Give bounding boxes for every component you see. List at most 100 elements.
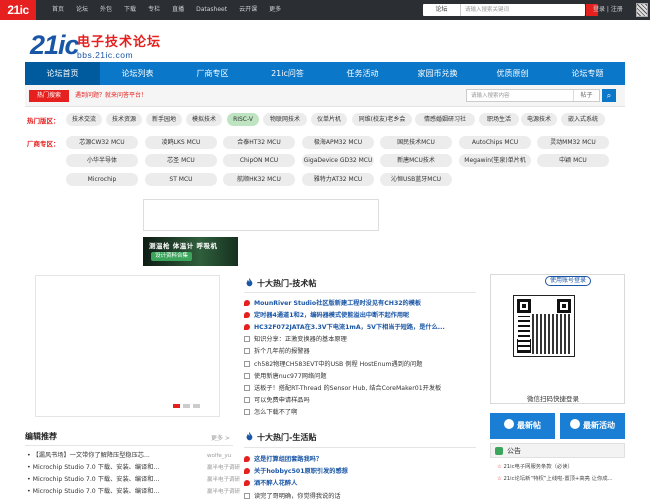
qa-promo-link[interactable]: 遇到问题？就来问答平台！ — [75, 90, 147, 102]
post-link[interactable]: ch582物理CH583EVT中的USB 例程 HostEnum遇到的问题 — [244, 360, 474, 370]
post-link[interactable]: 定时器4通道1和2，编码器模式使能溢出中断不起作用呢 — [244, 311, 474, 321]
latest-posts-label: 最新帖 — [517, 421, 541, 430]
nav-tasks[interactable]: 任务活动 — [325, 62, 400, 85]
editor-pick-row[interactable]: • 【漏风书场】一文带你了解降压型稳压芯... wolfe_yu — [27, 451, 257, 461]
slide-dot[interactable] — [193, 404, 200, 408]
notice-item[interactable]: ☆ 21ic论坛新“特权”上线啦-置顶+高亮 让你成... — [497, 475, 627, 484]
post-link[interactable]: 拆个几年前的报警器 — [244, 347, 474, 357]
tag-tech-exchange[interactable]: 技术交流 — [66, 113, 102, 126]
tag-riscv[interactable]: RISC-V — [227, 113, 259, 126]
post-link[interactable]: 酒不醉人花醉人 — [244, 479, 474, 489]
nav-coin-exchange[interactable]: 家园币兑换 — [400, 62, 475, 85]
editor-picks-title: 编辑推荐 — [25, 432, 57, 441]
vendor-tag[interactable]: Megawin(笙泉)单片机 — [459, 154, 531, 167]
post-title: 关于hobbyc501原职引发的感想 — [254, 468, 348, 476]
tag-newbie[interactable]: 新手园地 — [146, 113, 182, 126]
top-nav-home[interactable]: 首页 — [52, 0, 64, 20]
vendor-tag[interactable]: 沁恒USB蓝牙MCU — [380, 173, 452, 186]
post-link[interactable]: HC32F072JATA在3.3V下电流1mA，5V下相当于短路，是什么... — [244, 323, 474, 333]
post-link[interactable]: 关于hobbyc501原职引发的感想 — [244, 467, 474, 477]
editor-pick-author[interactable]: wolfe_yu — [207, 451, 231, 461]
vendor-tag[interactable]: 新唐MCU技术 — [380, 154, 452, 167]
tag-life-marriage[interactable]: 情感婚姻研习社 — [415, 113, 475, 126]
slide-dot[interactable] — [183, 404, 190, 408]
editor-pick-row[interactable]: • Microchip Studio 7.0 下载、安装、编译和... 羸半电子调… — [27, 475, 257, 485]
nav-forum-list[interactable]: 论坛列表 — [100, 62, 175, 85]
top-nav-datasheet[interactable]: Datasheet — [196, 0, 227, 20]
vendor-tag[interactable]: Microchip — [66, 173, 138, 186]
star-icon: ☆ — [497, 464, 502, 470]
post-link[interactable]: 读完了哥明确，你觉得我说的话 — [244, 492, 474, 502]
editor-pick-author[interactable]: 羸半电子调研 — [207, 487, 240, 497]
top-nav-column[interactable]: 专栏 — [148, 0, 160, 20]
vendor-tag[interactable]: 极海APM32 MCU — [302, 136, 374, 149]
vendor-tag[interactable]: 灵动MM32 MCU — [537, 136, 609, 149]
latest-activity-button[interactable]: 最新活动 — [560, 413, 625, 439]
tag-embedded[interactable]: 嵌入式系统 — [561, 113, 605, 126]
vendor-tag[interactable]: 芯圣 MCU — [145, 154, 217, 167]
nav-topics[interactable]: 论坛专题 — [550, 62, 625, 85]
vendor-tag[interactable]: 雅特力AT32 MCU — [302, 173, 374, 186]
notice-header: 公告 — [490, 443, 625, 458]
forum-logo[interactable]: 21ic 电子技术论坛 bbs.21ic.com — [30, 30, 180, 66]
hot-search-label: 热门搜索 — [29, 90, 69, 102]
vendor-tag[interactable]: AutoChips MCU — [459, 136, 531, 149]
nav-qa[interactable]: 21ic问答 — [250, 62, 325, 85]
tag-career[interactable]: 职场生活 — [479, 113, 519, 126]
vendor-tag[interactable]: ChipON MCU — [223, 154, 295, 167]
top-nav-more[interactable]: 更多 — [269, 0, 281, 20]
ad-banner[interactable] — [143, 199, 379, 231]
post-link[interactable]: 这是打算组团套路我吗？ — [244, 455, 474, 465]
post-link[interactable]: 可以免费申请样品吗 — [244, 396, 474, 406]
editor-pick-row[interactable]: • Microchip Studio 7.0 下载、安装、编译和... 羸半电子调… — [27, 487, 257, 497]
editor-pick-author[interactable]: 羸半电子调研 — [207, 463, 240, 473]
vendor-tag[interactable]: GigaDevice GD32 MCU — [302, 154, 374, 167]
tag-alumni[interactable]: 同维(校友)老乡会 — [352, 113, 412, 126]
post-link[interactable]: 使用新唐nuc977网络问题 — [244, 372, 474, 382]
post-link[interactable]: 送板子！搭配RT-Thread 的Sensor Hub, 结合CoreMaker… — [244, 384, 474, 394]
login-register-link[interactable]: 登录 | 注册 — [593, 0, 623, 20]
account-login-link[interactable]: 使用账号登录 — [545, 276, 592, 286]
post-link[interactable]: MounRiver Studio社区版新建工程时没见有CH32的模板 — [244, 299, 474, 309]
post-link[interactable]: 知识分享：正激变换器的基本原理 — [244, 335, 474, 345]
forum-search-input[interactable]: 请输入搜索内容 — [471, 90, 510, 102]
notice-item[interactable]: ☆ 21ic电子网服务条款（必读） — [497, 463, 627, 472]
editor-picks-more-link[interactable]: 更多 > — [211, 433, 230, 442]
top-nav-course[interactable]: 云开课 — [239, 0, 257, 20]
slideshow[interactable] — [35, 275, 220, 417]
top-search-input[interactable]: 请输入搜索关键词 — [461, 4, 585, 16]
vendor-tag[interactable]: ST MCU — [145, 173, 217, 186]
top-search-scope-select[interactable]: 论坛 — [423, 4, 461, 16]
post-title: 读完了哥明确，你觉得我说的话 — [254, 492, 341, 500]
wechat-qr-code — [513, 295, 575, 357]
latest-posts-button[interactable]: 最新帖 — [490, 413, 555, 439]
vendor-tag[interactable]: 芯源CW32 MCU — [66, 136, 138, 149]
nav-forum-home[interactable]: 论坛首页 — [25, 62, 100, 85]
tag-analog[interactable]: 模拟技术 — [186, 113, 222, 126]
editor-pick-author[interactable]: 羸半电子调研 — [207, 475, 240, 485]
slide-dot[interactable] — [173, 404, 180, 408]
top-nav-download[interactable]: 下载 — [124, 0, 136, 20]
vendor-tag[interactable]: 小华半导体 — [66, 154, 138, 167]
top-nav-forum[interactable]: 论坛 — [76, 0, 88, 20]
qr-code-icon[interactable] — [636, 3, 648, 17]
editor-pick-row[interactable]: • Microchip Studio 7.0 下载、安装、编译和... 羸半电子调… — [27, 463, 257, 473]
nav-vendor-zone[interactable]: 厂商专区 — [175, 62, 250, 85]
forum-search-button[interactable]: ⌕ — [602, 89, 616, 102]
nav-original[interactable]: 优质原创 — [475, 62, 550, 85]
tag-power[interactable]: 电源技术 — [521, 113, 557, 126]
tag-iot[interactable]: 物联网技术 — [263, 113, 307, 126]
vendor-tag[interactable]: 凌鸥LKS MCU — [145, 136, 217, 149]
tag-tech-resources[interactable]: 技术资源 — [106, 113, 142, 126]
site-logo[interactable]: 21ic — [0, 0, 36, 20]
promo-banner[interactable]: 测温枪 体温计 呼吸机 设计资料合集 — [143, 237, 238, 266]
vendor-tag[interactable]: 国民技术MCU — [380, 136, 452, 149]
vendor-tag[interactable]: 中颖 MCU — [537, 154, 609, 167]
tag-instrument-mcu[interactable]: 仪单片机 — [311, 113, 347, 126]
top-nav-outsource[interactable]: 外包 — [100, 0, 112, 20]
top-nav-live[interactable]: 直播 — [172, 0, 184, 20]
post-link[interactable]: 怎么下载不了啊 — [244, 408, 474, 418]
forum-search-type-select[interactable]: 帖子 — [573, 90, 599, 101]
vendor-tag[interactable]: 航顺HK32 MCU — [223, 173, 295, 186]
vendor-tag[interactable]: 合泰HT32 MCU — [223, 136, 295, 149]
